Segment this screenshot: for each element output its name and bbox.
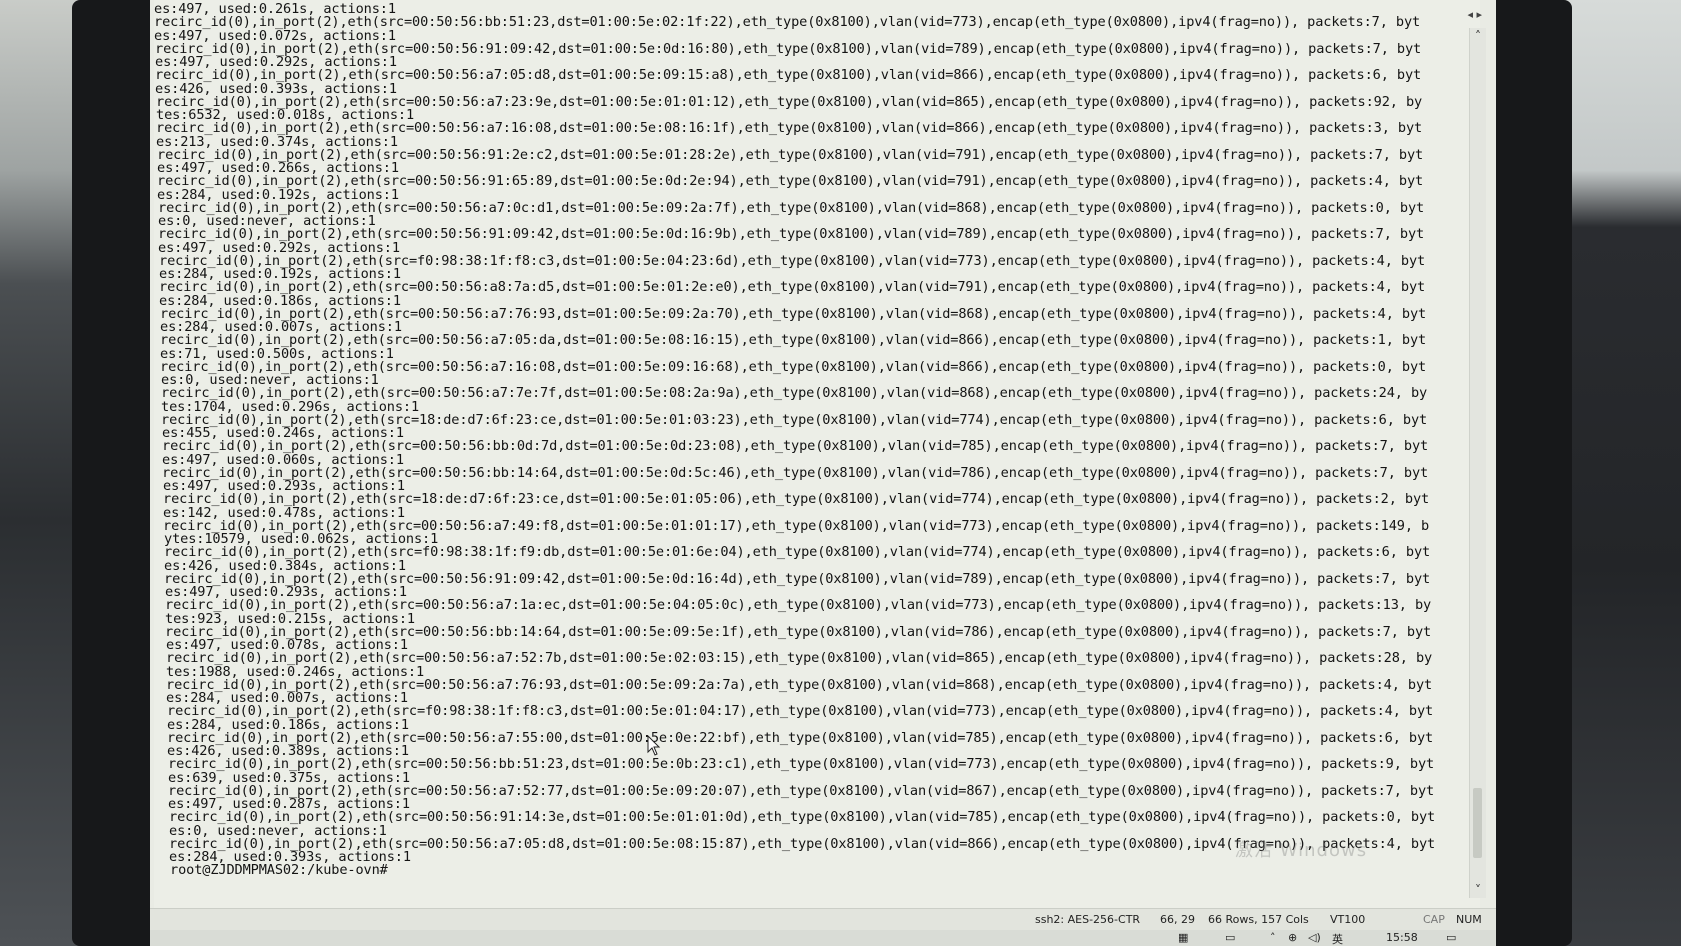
taskbar-clock[interactable]: 15:58 (1386, 931, 1418, 944)
status-bar: ssh2: AES-256-CTR 66, 29 66 Rows, 157 Co… (150, 908, 1496, 931)
shell-prompt: root@ZJDDMPMAS02:/kube-ovn# (170, 862, 388, 879)
tab-right-icon[interactable]: ▸ (1476, 8, 1482, 21)
terminal-dimensions: 66 Rows, 157 Cols (1208, 913, 1309, 926)
caps-indicator: CAP (1423, 913, 1445, 926)
mouse-cursor-icon (647, 735, 661, 756)
taskbar-grid-icon[interactable]: ▦ (1178, 931, 1188, 944)
network-icon[interactable]: ⊕ (1288, 931, 1297, 944)
terminal-type: VT100 (1330, 913, 1366, 926)
notification-icon[interactable]: ▭ (1446, 931, 1456, 944)
tray-chevron-icon[interactable]: ˄ (1270, 931, 1276, 944)
taskbar-window-icon[interactable]: ▭ (1225, 931, 1235, 944)
ssh-cipher: ssh2: AES-256-CTR (1035, 913, 1141, 926)
volume-icon[interactable]: ◁) (1308, 931, 1321, 944)
terminal-output[interactable]: es:497, used:0.261s, actions:1 recirc_id(… (154, 0, 1480, 908)
monitor-screen: es:497, used:0.261s, actions:1 recirc_id(… (150, 0, 1496, 946)
tab-scroll-arrows[interactable]: ◂ ▸ (1467, 8, 1482, 21)
ime-indicator[interactable]: 英 (1332, 931, 1343, 946)
tab-left-icon[interactable]: ◂ (1467, 8, 1473, 21)
scroll-up-icon[interactable]: ˄ (1470, 28, 1486, 44)
activate-windows-watermark: 激活 Windows (1235, 840, 1368, 861)
num-indicator: NUM (1456, 913, 1482, 926)
vertical-scrollbar[interactable]: ˄ ˅ (1469, 28, 1486, 898)
scrollbar-thumb[interactable] (1473, 788, 1482, 858)
scroll-down-icon[interactable]: ˅ (1470, 882, 1486, 898)
cursor-position: 66, 29 (1160, 913, 1195, 926)
windows-taskbar: ▦ ▭ ˄ ⊕ ◁) 英 15:58 ▭ (150, 930, 1496, 946)
